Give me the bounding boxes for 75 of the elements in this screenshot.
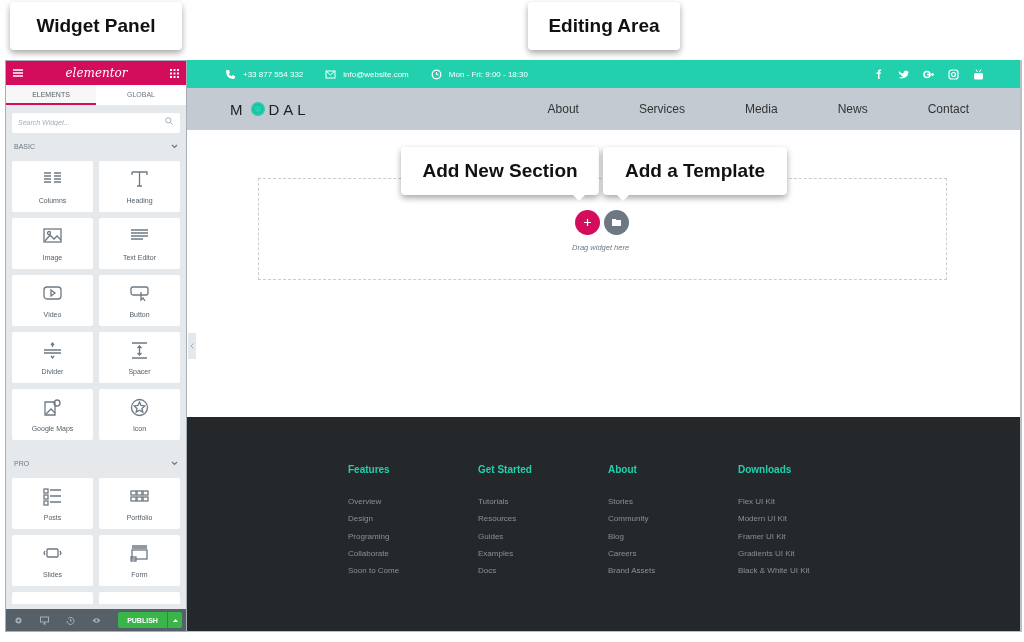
publish-options-button[interactable] [167,612,182,628]
footer-heading: Downloads [738,464,793,475]
widget-icon [43,283,62,303]
mail-icon [325,68,337,80]
nav-link[interactable]: Services [638,102,685,116]
widget-tile[interactable] [12,592,93,604]
callout-label: Editing Area [528,2,680,50]
footer-link[interactable]: Blog [608,531,738,549]
widget-icon [43,226,62,246]
folder-icon [612,219,621,226]
logo-letter: M [230,100,247,118]
logo-ring-icon [249,101,266,117]
footer-link[interactable]: Community [608,514,738,532]
clock-icon [430,68,442,80]
logo-text: elementor [65,66,128,80]
chevron-icon[interactable] [171,143,178,149]
phone-icon [225,68,236,80]
widget-icon [130,397,149,417]
add-section-button[interactable] [575,210,600,235]
eye-icon[interactable] [91,615,101,625]
contact-text: +33 877 554 332 [243,69,304,79]
contact-text: info@website.com [343,69,409,79]
chevron-icon [190,343,194,349]
add-template-button[interactable] [604,210,629,235]
monitor-icon[interactable] [40,615,49,625]
footer-link[interactable]: Resources [478,514,608,532]
footer-link[interactable]: Soon to Come [348,566,478,584]
footer-link[interactable]: Docs [478,566,608,584]
footer-link[interactable]: Careers [608,548,738,567]
widget-icon [130,340,149,360]
settings-icon[interactable] [14,615,23,625]
footer-link[interactable]: Tutorials [478,497,608,515]
footer-heading: Features [348,464,391,475]
nav-link[interactable]: Media [744,102,778,116]
footer-link[interactable]: Black & White UI Kit [738,566,868,584]
camera-icon[interactable] [948,68,959,80]
footer-link[interactable]: Examples [478,548,608,567]
logo-text: DAL [268,100,310,118]
footer-link[interactable]: Stories [608,497,738,515]
footer-heading: Get Started [478,464,533,475]
widget-icon [130,169,149,189]
widget-icon [130,283,149,303]
footer-link[interactable]: Framer UI Kit [738,531,868,549]
nav-link[interactable]: News [837,102,868,116]
caret-icon [172,618,178,622]
footer-link[interactable]: Gradients UI Kit [738,548,868,567]
grid-icon[interactable] [170,68,179,78]
widget-icon [43,340,62,360]
google-plus-icon[interactable] [923,68,934,80]
search-icon [165,117,173,125]
callout-label: Add New Section [401,147,599,195]
footer-link[interactable]: Design [348,514,478,532]
footer-link[interactable]: Overview [348,497,478,515]
footer-heading: About [608,464,638,475]
contact-text: Mon - Fri: 9:00 - 18:30 [448,69,528,79]
bird-icon[interactable] [898,68,909,80]
widget-icon [130,543,149,563]
plus-icon [584,219,591,226]
footer-link[interactable]: Brand Assets [608,566,738,584]
nav-link[interactable]: Contact [927,102,969,116]
footer-link[interactable]: Guides [478,531,608,549]
footer-link[interactable]: Modern UI Kit [738,514,868,532]
callout-label: Widget Panel [10,2,182,50]
menu-icon[interactable] [13,69,23,77]
nav-link[interactable]: About [547,102,579,116]
widget-icon [43,486,62,506]
footer-link[interactable]: Flex UI Kit [738,497,868,515]
widget-tile[interactable] [99,592,180,604]
chevron-icon[interactable] [171,460,178,466]
collapse-handle[interactable] [188,333,196,359]
footer-link[interactable]: Collaborate [348,548,478,567]
callout-label: Add a Template [603,147,787,195]
widget-icon [43,397,62,417]
history-icon[interactable] [65,615,75,625]
footer-link[interactable]: Programing [348,531,478,549]
